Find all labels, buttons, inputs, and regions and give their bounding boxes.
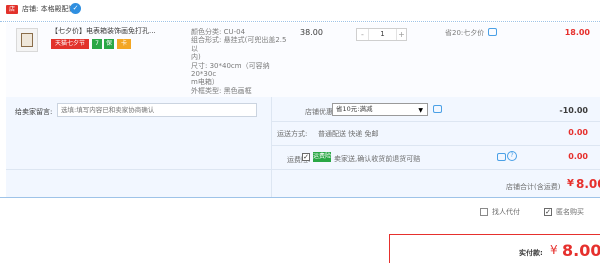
help-icon[interactable]: ? xyxy=(507,151,517,161)
payment-label: 实付款: xyxy=(519,249,543,257)
seller-message-input[interactable] xyxy=(57,103,257,117)
unit-price: 38.00 xyxy=(300,28,323,37)
discount-selected: 省10元:满减 xyxy=(336,105,373,113)
shipping-method: 普通配送 快递 免邮 xyxy=(318,130,379,138)
shop-total-value: 8.00 xyxy=(576,177,600,191)
prop-combo-2: 内) xyxy=(191,53,201,62)
wangwang-chat-icon[interactable]: ✓ xyxy=(70,3,81,14)
discount-label: 店铺优惠: xyxy=(305,108,336,116)
shipping-label: 运送方式: xyxy=(277,130,308,138)
prop-size-2: m电箱） xyxy=(191,78,219,87)
seven-day-return-icon: 7 xyxy=(92,39,102,49)
increase-button[interactable]: + xyxy=(396,29,406,40)
discount-select[interactable]: 省10元:满减 ▼ xyxy=(332,103,428,116)
shop-name[interactable]: 店铺: 本格殿配饰 xyxy=(22,4,76,15)
anonymous-purchase-checkbox[interactable]: ✓ xyxy=(544,208,552,216)
divider xyxy=(272,121,600,122)
promo-text: 省20:七夕价 xyxy=(445,29,485,37)
insurance-amount: 0.00 xyxy=(568,152,588,161)
discount-amount: -10.00 xyxy=(559,106,588,115)
divider xyxy=(271,97,272,197)
pay-by-friend-checkbox[interactable] xyxy=(480,208,488,216)
divider xyxy=(6,169,600,170)
quantity-stepper: - 1 + xyxy=(356,28,407,41)
picture-frame-icon xyxy=(21,33,33,47)
payment-value: 8.00 xyxy=(562,241,600,260)
decrease-button[interactable]: - xyxy=(357,29,369,40)
item-thumbnail[interactable] xyxy=(16,28,38,52)
quantity-input[interactable]: 1 xyxy=(369,29,396,40)
credit-card-icon: 卡 xyxy=(117,39,131,49)
promo-chat-icon[interactable] xyxy=(488,28,497,36)
guarantee-icon: 保 xyxy=(104,39,114,49)
shop-icon: 店 xyxy=(6,5,18,14)
discount-chat-icon[interactable] xyxy=(433,105,442,113)
payment-currency: ¥ xyxy=(550,243,558,257)
prop-size-1: 尺寸: 30*40cm（可容纳20*30c xyxy=(191,61,270,79)
insurance-badge: 运费险 xyxy=(313,152,332,162)
shop-total-label: 店铺合计(含运费) xyxy=(506,183,561,191)
insurance-checkbox[interactable]: ✓ xyxy=(302,153,310,161)
shop-header xyxy=(0,0,600,22)
divider xyxy=(272,145,600,146)
pay-by-friend-label[interactable]: 找人代付 xyxy=(492,207,520,217)
prop-combo-1: 组合形式: 悬挂式(可兜出盖2.5以 xyxy=(191,36,287,53)
item-properties: 颜色分类: CU-04 组合形式: 悬挂式(可兜出盖2.5以 内) 尺寸: 30… xyxy=(191,28,287,95)
dropdown-arrow-icon: ▼ xyxy=(418,107,423,114)
divider xyxy=(0,197,600,198)
insurance-chat-icon[interactable] xyxy=(497,153,506,161)
item-title[interactable]: 【七夕价】电表箱装饰画免打孔... xyxy=(51,27,192,36)
tmall-festival-badge: 天猫七夕节 xyxy=(51,39,89,49)
shop-total-currency: ¥ xyxy=(567,178,574,189)
shipping-amount: 0.00 xyxy=(568,128,588,137)
item-subtotal: 18.00 xyxy=(564,28,590,37)
insurance-text: 卖家送,确认收货前退货可赔 xyxy=(334,155,421,163)
prop-frame: 外框类型: 黑色画框 xyxy=(191,86,252,95)
anonymous-purchase-label[interactable]: 匿名购买 xyxy=(556,207,584,217)
message-label: 给卖家留言: xyxy=(15,108,53,116)
